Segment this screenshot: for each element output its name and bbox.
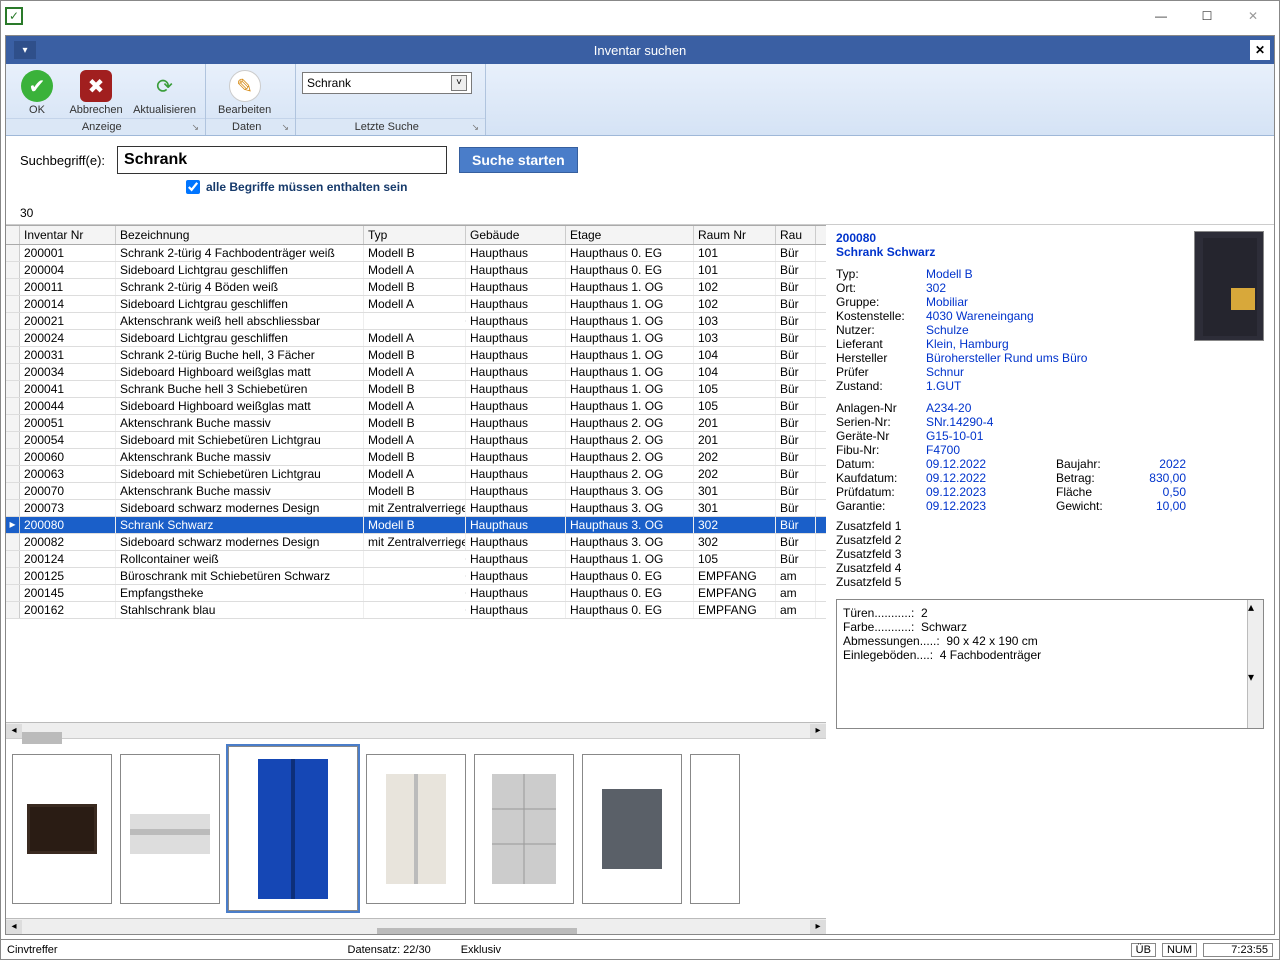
- col-header-raumnr[interactable]: Raum Nr: [694, 226, 776, 244]
- status-record: Datensatz: 22/30: [348, 944, 431, 956]
- all-terms-checkbox[interactable]: [186, 180, 200, 194]
- refresh-icon: ⟳: [149, 70, 181, 102]
- checkmark-icon: ✔: [21, 70, 53, 102]
- thumbs-hscroll[interactable]: ◂▸: [6, 918, 826, 934]
- thumb-item[interactable]: [12, 754, 112, 904]
- notes-scrollbar[interactable]: ▴▾: [1247, 600, 1263, 728]
- col-header-bezeichnung[interactable]: Bezeichnung: [116, 226, 364, 244]
- status-num: NUM: [1162, 943, 1197, 957]
- table-row[interactable]: 200041Schrank Buche hell 3 SchiebetürenM…: [6, 381, 826, 398]
- thumb-item[interactable]: [366, 754, 466, 904]
- table-row[interactable]: 200044Sideboard Highboard weißglas mattM…: [6, 398, 826, 415]
- maximize-button[interactable]: ☐: [1185, 2, 1229, 30]
- dialog-header: ▾ Inventar suchen ✕: [6, 36, 1274, 64]
- table-row[interactable]: ▸200080Schrank SchwarzModell BHaupthausH…: [6, 517, 826, 534]
- table-row[interactable]: 200162Stahlschrank blauHaupthausHaupthau…: [6, 602, 826, 619]
- table-row[interactable]: 200073Sideboard schwarz modernes Designm…: [6, 500, 826, 517]
- statusbar: Cinvtreffer Datensatz: 22/30 Exklusiv ÜB…: [1, 939, 1279, 959]
- search-button[interactable]: Suche starten: [459, 147, 578, 173]
- table-row[interactable]: 200082Sideboard schwarz modernes Designm…: [6, 534, 826, 551]
- table-row[interactable]: 200124Rollcontainer weißHaupthausHauptha…: [6, 551, 826, 568]
- status-mode: Exklusiv: [461, 944, 501, 956]
- status-time: 7:23:55: [1203, 943, 1273, 957]
- col-header-gebaeude[interactable]: Gebäude: [466, 226, 566, 244]
- edit-button[interactable]: ✎ Bearbeiten: [212, 68, 277, 118]
- detail-pane: 200080 Schrank Schwarz Typ:Modell BOrt:3…: [826, 225, 1274, 934]
- table-row[interactable]: 200024Sideboard Lichtgrau geschliffenMod…: [6, 330, 826, 347]
- grid-body[interactable]: 200001Schrank 2-türig 4 Fachbodenträger …: [6, 245, 826, 722]
- table-row[interactable]: 200145EmpfangsthekeHaupthausHaupthaus 0.…: [6, 585, 826, 602]
- thumb-item-selected[interactable]: [228, 746, 358, 911]
- search-input[interactable]: [117, 146, 447, 174]
- last-search-combo[interactable]: Schrank˅: [302, 72, 472, 94]
- cancel-button[interactable]: ✖ Abbrechen: [66, 68, 126, 118]
- ribbon: ✔ OK ✖ Abbrechen ⟳ Aktualisieren Anzeige…: [6, 64, 1274, 136]
- x-icon: ✖: [80, 70, 112, 102]
- pencil-icon: ✎: [229, 70, 261, 102]
- result-count: 30: [6, 202, 1274, 224]
- table-row[interactable]: 200001Schrank 2-türig 4 Fachbodenträger …: [6, 245, 826, 262]
- all-terms-label: alle Begriffe müssen enthalten sein: [206, 180, 407, 194]
- chevron-down-icon: ˅: [451, 75, 467, 91]
- table-row[interactable]: 200054Sideboard mit Schiebetüren Lichtgr…: [6, 432, 826, 449]
- table-row[interactable]: 200063Sideboard mit Schiebetüren Lichtgr…: [6, 466, 826, 483]
- col-header-inventar[interactable]: Inventar Nr: [20, 226, 116, 244]
- table-row[interactable]: 200060Aktenschrank Buche massivModell BH…: [6, 449, 826, 466]
- table-row[interactable]: 200011Schrank 2-türig 4 Böden weißModell…: [6, 279, 826, 296]
- thumb-item[interactable]: [582, 754, 682, 904]
- app-icon: ✓: [5, 7, 23, 25]
- col-header-typ[interactable]: Typ: [364, 226, 466, 244]
- table-row[interactable]: 200070Aktenschrank Buche massivModell BH…: [6, 483, 826, 500]
- search-label: Suchbegriff(e):: [20, 153, 105, 168]
- thumb-item[interactable]: [120, 754, 220, 904]
- table-row[interactable]: 200021Aktenschrank weiß hell abschliessb…: [6, 313, 826, 330]
- col-header-raum[interactable]: Rau: [776, 226, 816, 244]
- table-row[interactable]: 200051Aktenschrank Buche massivModell BH…: [6, 415, 826, 432]
- table-row[interactable]: 200031Schrank 2-türig Buche hell, 3 Fäch…: [6, 347, 826, 364]
- status-ub: ÜB: [1131, 943, 1156, 957]
- table-row[interactable]: 200004Sideboard Lichtgrau geschliffenMod…: [6, 262, 826, 279]
- header-menu-icon[interactable]: ▾: [14, 41, 36, 59]
- col-header-etage[interactable]: Etage: [566, 226, 694, 244]
- status-left: Cinvtreffer: [7, 944, 58, 956]
- table-row[interactable]: 200014Sideboard Lichtgrau geschliffenMod…: [6, 296, 826, 313]
- detail-name: Schrank Schwarz: [836, 245, 1126, 259]
- os-titlebar: ✓ — ☐ ✕: [1, 1, 1279, 31]
- detail-image: [1194, 231, 1264, 341]
- dialog-close-button[interactable]: ✕: [1250, 40, 1270, 60]
- detail-id: 200080: [836, 231, 1126, 245]
- table-row[interactable]: 200034Sideboard Highboard weißglas mattM…: [6, 364, 826, 381]
- detail-notes[interactable]: Türen...........: 2 Farbe...........: Sc…: [836, 599, 1264, 729]
- ok-button[interactable]: ✔ OK: [12, 68, 62, 118]
- search-row: Suchbegriff(e): Suche starten: [6, 136, 1274, 178]
- grid-hscroll[interactable]: ◂▸: [6, 722, 826, 738]
- grid-header: Inventar Nr Bezeichnung Typ Gebäude Etag…: [6, 225, 826, 245]
- dialog-title: Inventar suchen: [594, 43, 687, 58]
- close-button[interactable]: ✕: [1231, 2, 1275, 30]
- table-row[interactable]: 200125Büroschrank mit Schiebetüren Schwa…: [6, 568, 826, 585]
- minimize-button[interactable]: —: [1139, 2, 1183, 30]
- thumb-item[interactable]: [690, 754, 740, 904]
- thumb-item[interactable]: [474, 754, 574, 904]
- thumbnail-strip[interactable]: [6, 738, 826, 918]
- refresh-button[interactable]: ⟳ Aktualisieren: [130, 68, 199, 118]
